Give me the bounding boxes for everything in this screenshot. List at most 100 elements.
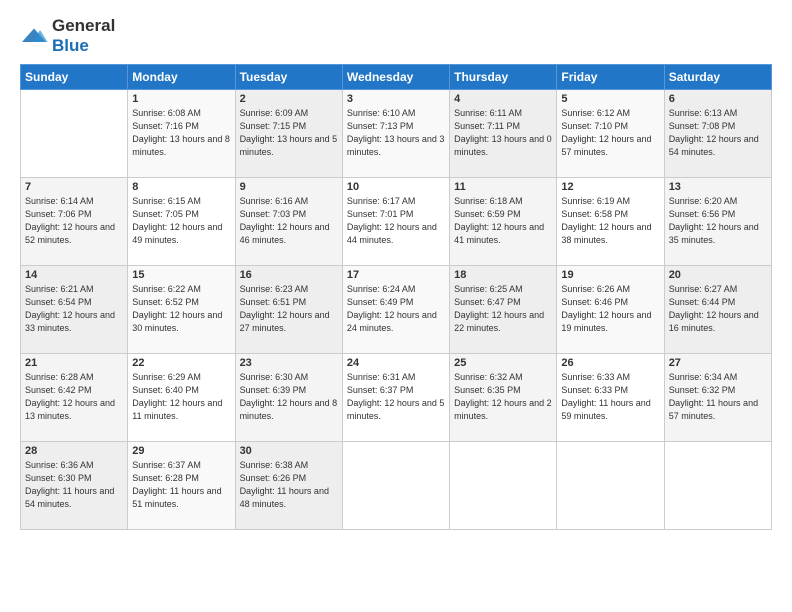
day-info: Sunrise: 6:15 AMSunset: 7:05 PMDaylight:… — [132, 195, 230, 247]
week-row-1: 1 Sunrise: 6:08 AMSunset: 7:16 PMDayligh… — [21, 90, 772, 178]
day-info: Sunrise: 6:08 AMSunset: 7:16 PMDaylight:… — [132, 107, 230, 159]
day-info: Sunrise: 6:33 AMSunset: 6:33 PMDaylight:… — [561, 371, 659, 423]
calendar-cell: 27 Sunrise: 6:34 AMSunset: 6:32 PMDaylig… — [664, 354, 771, 442]
day-info: Sunrise: 6:32 AMSunset: 6:35 PMDaylight:… — [454, 371, 552, 423]
weekday-wednesday: Wednesday — [342, 65, 449, 90]
calendar-cell: 19 Sunrise: 6:26 AMSunset: 6:46 PMDaylig… — [557, 266, 664, 354]
calendar-cell: 22 Sunrise: 6:29 AMSunset: 6:40 PMDaylig… — [128, 354, 235, 442]
weekday-monday: Monday — [128, 65, 235, 90]
calendar-cell — [342, 442, 449, 530]
calendar-cell: 28 Sunrise: 6:36 AMSunset: 6:30 PMDaylig… — [21, 442, 128, 530]
day-info: Sunrise: 6:37 AMSunset: 6:28 PMDaylight:… — [132, 459, 230, 511]
logo: General Blue — [20, 16, 115, 56]
week-row-2: 7 Sunrise: 6:14 AMSunset: 7:06 PMDayligh… — [21, 178, 772, 266]
day-number: 20 — [669, 269, 767, 281]
calendar-cell: 23 Sunrise: 6:30 AMSunset: 6:39 PMDaylig… — [235, 354, 342, 442]
day-info: Sunrise: 6:16 AMSunset: 7:03 PMDaylight:… — [240, 195, 338, 247]
day-number: 26 — [561, 357, 659, 369]
calendar-cell: 30 Sunrise: 6:38 AMSunset: 6:26 PMDaylig… — [235, 442, 342, 530]
calendar-cell: 2 Sunrise: 6:09 AMSunset: 7:15 PMDayligh… — [235, 90, 342, 178]
day-info: Sunrise: 6:18 AMSunset: 6:59 PMDaylight:… — [454, 195, 552, 247]
day-info: Sunrise: 6:36 AMSunset: 6:30 PMDaylight:… — [25, 459, 123, 511]
calendar-cell: 9 Sunrise: 6:16 AMSunset: 7:03 PMDayligh… — [235, 178, 342, 266]
day-info: Sunrise: 6:31 AMSunset: 6:37 PMDaylight:… — [347, 371, 445, 423]
day-info: Sunrise: 6:17 AMSunset: 7:01 PMDaylight:… — [347, 195, 445, 247]
day-number: 19 — [561, 269, 659, 281]
calendar-cell: 26 Sunrise: 6:33 AMSunset: 6:33 PMDaylig… — [557, 354, 664, 442]
day-number: 15 — [132, 269, 230, 281]
calendar-cell: 6 Sunrise: 6:13 AMSunset: 7:08 PMDayligh… — [664, 90, 771, 178]
day-info: Sunrise: 6:38 AMSunset: 6:26 PMDaylight:… — [240, 459, 338, 511]
day-info: Sunrise: 6:27 AMSunset: 6:44 PMDaylight:… — [669, 283, 767, 335]
day-number: 28 — [25, 445, 123, 457]
calendar-cell: 1 Sunrise: 6:08 AMSunset: 7:16 PMDayligh… — [128, 90, 235, 178]
day-info: Sunrise: 6:10 AMSunset: 7:13 PMDaylight:… — [347, 107, 445, 159]
day-number: 22 — [132, 357, 230, 369]
calendar-cell: 7 Sunrise: 6:14 AMSunset: 7:06 PMDayligh… — [21, 178, 128, 266]
calendar-cell: 13 Sunrise: 6:20 AMSunset: 6:56 PMDaylig… — [664, 178, 771, 266]
day-info: Sunrise: 6:25 AMSunset: 6:47 PMDaylight:… — [454, 283, 552, 335]
page: General Blue SundayMondayTuesdayWednesda… — [0, 0, 792, 612]
calendar-cell — [450, 442, 557, 530]
day-number: 12 — [561, 181, 659, 193]
day-number: 5 — [561, 93, 659, 105]
day-info: Sunrise: 6:11 AMSunset: 7:11 PMDaylight:… — [454, 107, 552, 159]
day-info: Sunrise: 6:22 AMSunset: 6:52 PMDaylight:… — [132, 283, 230, 335]
calendar-cell: 8 Sunrise: 6:15 AMSunset: 7:05 PMDayligh… — [128, 178, 235, 266]
calendar-cell: 21 Sunrise: 6:28 AMSunset: 6:42 PMDaylig… — [21, 354, 128, 442]
day-number: 17 — [347, 269, 445, 281]
calendar-cell: 10 Sunrise: 6:17 AMSunset: 7:01 PMDaylig… — [342, 178, 449, 266]
calendar-cell — [21, 90, 128, 178]
day-number: 23 — [240, 357, 338, 369]
weekday-sunday: Sunday — [21, 65, 128, 90]
calendar-cell: 12 Sunrise: 6:19 AMSunset: 6:58 PMDaylig… — [557, 178, 664, 266]
logo-general: General — [52, 16, 115, 35]
calendar-cell: 11 Sunrise: 6:18 AMSunset: 6:59 PMDaylig… — [450, 178, 557, 266]
day-info: Sunrise: 6:19 AMSunset: 6:58 PMDaylight:… — [561, 195, 659, 247]
weekday-thursday: Thursday — [450, 65, 557, 90]
day-number: 11 — [454, 181, 552, 193]
day-info: Sunrise: 6:30 AMSunset: 6:39 PMDaylight:… — [240, 371, 338, 423]
day-info: Sunrise: 6:09 AMSunset: 7:15 PMDaylight:… — [240, 107, 338, 159]
calendar-cell: 25 Sunrise: 6:32 AMSunset: 6:35 PMDaylig… — [450, 354, 557, 442]
day-number: 4 — [454, 93, 552, 105]
calendar-cell: 29 Sunrise: 6:37 AMSunset: 6:28 PMDaylig… — [128, 442, 235, 530]
day-number: 8 — [132, 181, 230, 193]
logo-blue: Blue — [52, 36, 89, 55]
calendar: SundayMondayTuesdayWednesdayThursdayFrid… — [20, 64, 772, 530]
day-info: Sunrise: 6:23 AMSunset: 6:51 PMDaylight:… — [240, 283, 338, 335]
day-info: Sunrise: 6:12 AMSunset: 7:10 PMDaylight:… — [561, 107, 659, 159]
week-row-4: 21 Sunrise: 6:28 AMSunset: 6:42 PMDaylig… — [21, 354, 772, 442]
day-info: Sunrise: 6:29 AMSunset: 6:40 PMDaylight:… — [132, 371, 230, 423]
calendar-cell: 4 Sunrise: 6:11 AMSunset: 7:11 PMDayligh… — [450, 90, 557, 178]
weekday-friday: Friday — [557, 65, 664, 90]
day-number: 27 — [669, 357, 767, 369]
day-number: 2 — [240, 93, 338, 105]
day-number: 21 — [25, 357, 123, 369]
day-number: 24 — [347, 357, 445, 369]
calendar-cell: 18 Sunrise: 6:25 AMSunset: 6:47 PMDaylig… — [450, 266, 557, 354]
day-number: 18 — [454, 269, 552, 281]
day-number: 7 — [25, 181, 123, 193]
calendar-cell — [557, 442, 664, 530]
day-number: 6 — [669, 93, 767, 105]
calendar-cell: 3 Sunrise: 6:10 AMSunset: 7:13 PMDayligh… — [342, 90, 449, 178]
calendar-cell: 14 Sunrise: 6:21 AMSunset: 6:54 PMDaylig… — [21, 266, 128, 354]
day-number: 16 — [240, 269, 338, 281]
day-info: Sunrise: 6:26 AMSunset: 6:46 PMDaylight:… — [561, 283, 659, 335]
calendar-cell: 15 Sunrise: 6:22 AMSunset: 6:52 PMDaylig… — [128, 266, 235, 354]
calendar-cell: 17 Sunrise: 6:24 AMSunset: 6:49 PMDaylig… — [342, 266, 449, 354]
day-number: 3 — [347, 93, 445, 105]
day-info: Sunrise: 6:14 AMSunset: 7:06 PMDaylight:… — [25, 195, 123, 247]
day-info: Sunrise: 6:24 AMSunset: 6:49 PMDaylight:… — [347, 283, 445, 335]
day-info: Sunrise: 6:20 AMSunset: 6:56 PMDaylight:… — [669, 195, 767, 247]
weekday-header-row: SundayMondayTuesdayWednesdayThursdayFrid… — [21, 65, 772, 90]
calendar-cell: 24 Sunrise: 6:31 AMSunset: 6:37 PMDaylig… — [342, 354, 449, 442]
header: General Blue — [20, 16, 772, 56]
weekday-tuesday: Tuesday — [235, 65, 342, 90]
weekday-saturday: Saturday — [664, 65, 771, 90]
logo-icon — [20, 27, 48, 45]
day-number: 30 — [240, 445, 338, 457]
day-number: 10 — [347, 181, 445, 193]
day-info: Sunrise: 6:34 AMSunset: 6:32 PMDaylight:… — [669, 371, 767, 423]
